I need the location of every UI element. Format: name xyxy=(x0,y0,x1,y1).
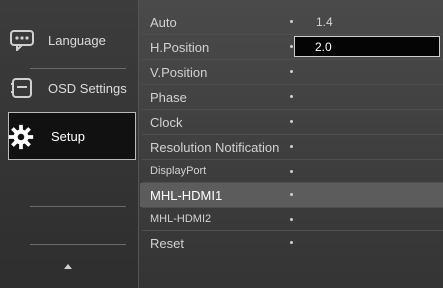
menu-item-label: Clock xyxy=(150,114,183,130)
menu-item-label: Auto xyxy=(150,14,177,30)
nav-divider xyxy=(30,206,126,207)
menu-item-label: MHL-HDMI1 xyxy=(150,187,223,203)
menu-item-resolution-notification[interactable]: Resolution Notification xyxy=(140,135,443,159)
h-position-value-box[interactable]: 2.0 xyxy=(294,36,440,57)
menu-item-displayport[interactable]: DisplayPort xyxy=(140,160,443,182)
nav-item-label: OSD Settings xyxy=(48,80,127,96)
menu-item-value: 1.4 xyxy=(316,15,333,29)
nav-item-osd-settings[interactable]: OSD Settings xyxy=(6,64,134,112)
nav-item-label: Language xyxy=(48,32,106,48)
menu-item-phase[interactable]: Phase xyxy=(140,85,443,109)
menu-item-label: DisplayPort xyxy=(150,165,207,177)
nav-item-language[interactable]: Language xyxy=(6,16,134,64)
bullet-icon xyxy=(290,95,293,98)
bullet-icon xyxy=(290,170,293,173)
menu-item-clock[interactable]: Clock xyxy=(140,110,443,134)
bullet-icon xyxy=(290,45,293,48)
setup-gear-icon xyxy=(7,123,35,151)
nav-item-label: Setup xyxy=(51,128,85,144)
menu-item-mhl-hdmi2[interactable]: MHL-HDMI2 xyxy=(140,208,443,230)
menu-item-auto[interactable]: Auto 1.4 xyxy=(140,10,443,34)
menu-item-label: Resolution Notification xyxy=(150,139,280,155)
bullet-icon xyxy=(290,145,293,148)
bullet-icon xyxy=(290,120,293,123)
menu-item-reset[interactable]: Reset xyxy=(140,231,443,255)
menu-item-label: Reset xyxy=(150,235,184,251)
language-icon xyxy=(8,26,36,54)
scroll-up-arrow-icon[interactable] xyxy=(64,264,72,269)
menu-item-label: H.Position xyxy=(150,39,210,55)
bullet-icon xyxy=(290,241,293,244)
nav-divider xyxy=(30,244,126,245)
bullet-icon xyxy=(290,218,293,221)
bullet-icon xyxy=(290,20,293,23)
bullet-icon xyxy=(290,193,293,196)
osd-settings-icon xyxy=(8,74,36,102)
osd-menu: Language OSD Settings Setup Auto 1.4 H.P… xyxy=(0,0,443,288)
left-nav: Language OSD Settings Setup xyxy=(0,0,139,288)
nav-item-setup[interactable]: Setup xyxy=(8,112,136,160)
menu-item-value: 2.0 xyxy=(315,40,332,54)
menu-item-label: V.Position xyxy=(150,64,208,80)
bullet-icon xyxy=(290,70,293,73)
menu-item-mhl-hdmi1[interactable]: MHL-HDMI1 xyxy=(140,183,443,207)
setup-submenu: Auto 1.4 H.Position 2.0 V.Position Phase… xyxy=(140,10,443,255)
menu-item-label: Phase xyxy=(150,89,187,105)
menu-item-label: MHL-HDMI2 xyxy=(150,213,212,225)
menu-item-h-position[interactable]: H.Position 2.0 xyxy=(140,35,443,59)
menu-item-v-position[interactable]: V.Position xyxy=(140,60,443,84)
